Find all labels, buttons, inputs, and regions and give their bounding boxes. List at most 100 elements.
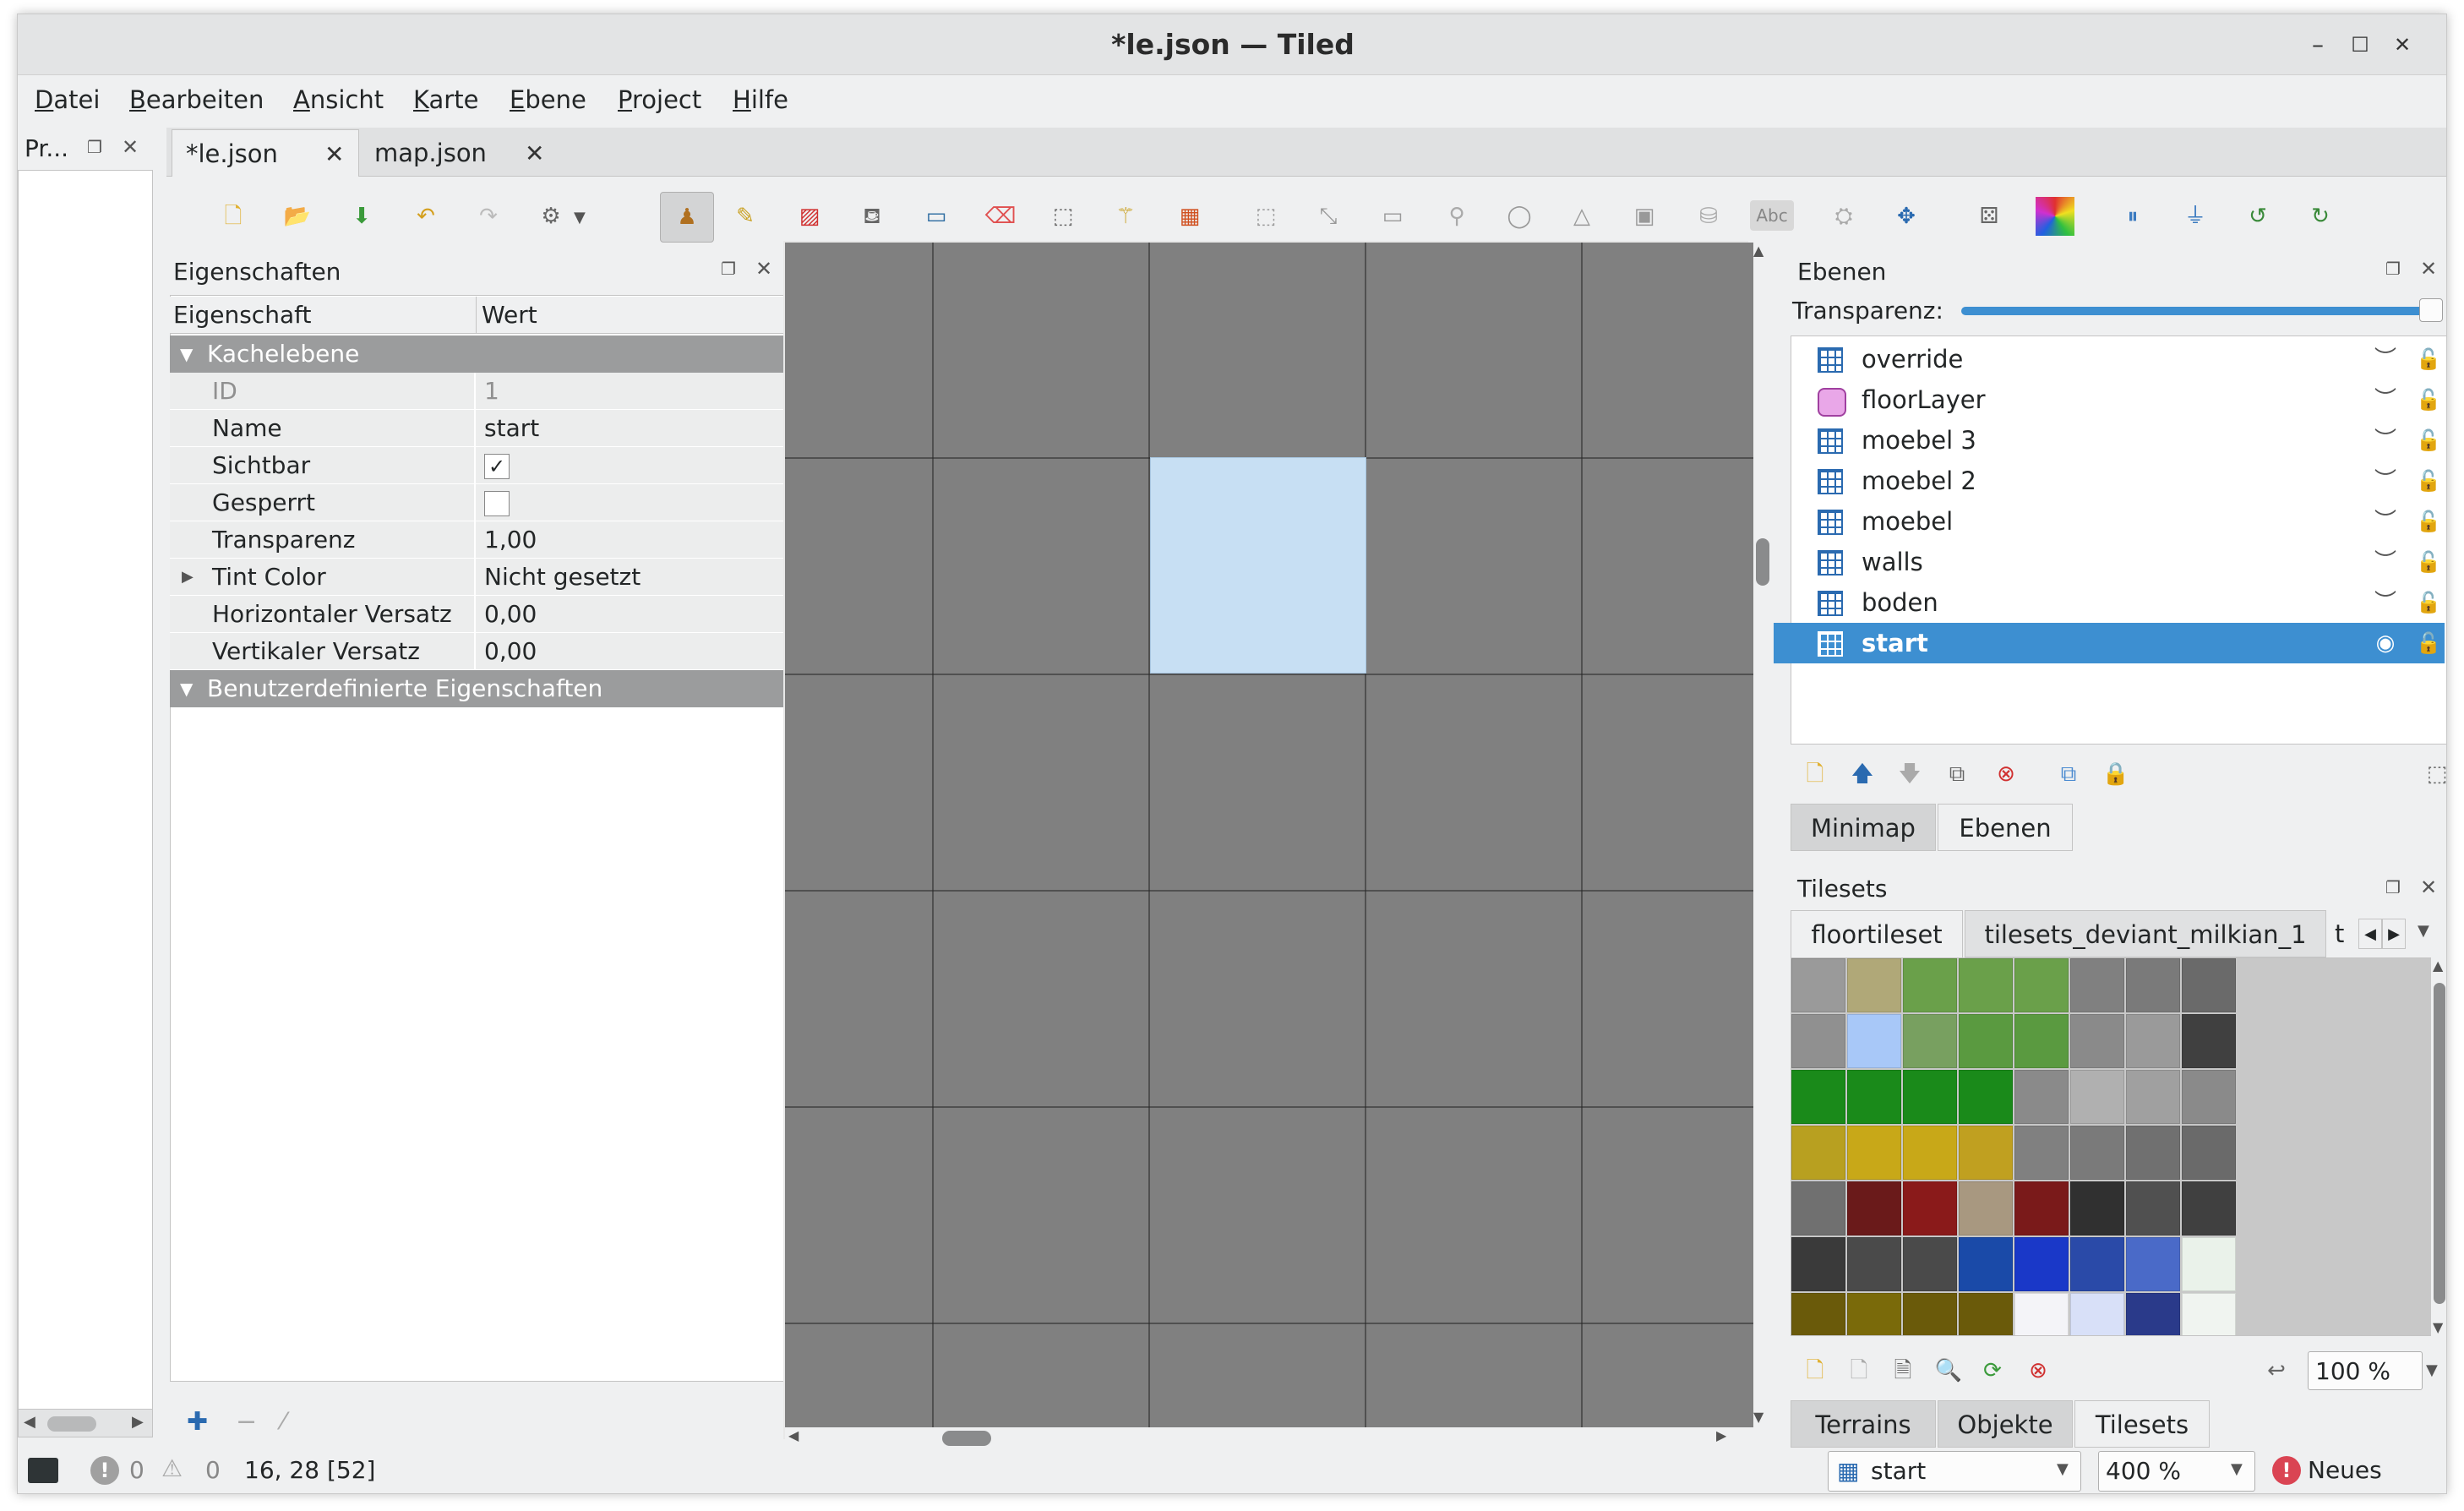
close-button[interactable]: ✕ [2387,30,2418,60]
lower-layer-icon[interactable]: 🡇 [1894,758,1926,790]
tab-layers[interactable]: Ebenen [1938,804,2073,851]
scroll-down-icon[interactable]: ▼ [2433,1319,2443,1335]
close-icon[interactable]: ✕ [117,134,143,160]
property-row-opacity[interactable]: Transparenz 1,00 [170,521,788,559]
news-label[interactable]: Neues [2308,1456,2382,1484]
unlock-icon[interactable]: 🔓 [2416,386,2441,413]
float-icon[interactable]: ❐ [2380,256,2406,281]
move-tool-icon[interactable]: ✥ [1890,200,1922,232]
tab-map-json[interactable]: map.json ✕ [363,129,557,177]
unlock-icon[interactable]: 🔓 [2416,508,2441,535]
scroll-left-icon[interactable]: ◀ [24,1413,35,1431]
map-canvas[interactable] [785,243,1753,1427]
tile-swatch[interactable] [1959,1237,2013,1291]
tab-objects[interactable]: Objekte [1938,1400,2073,1448]
tile-swatch[interactable] [2182,1070,2236,1124]
layer-combo[interactable]: ▦ start ▼ [1828,1451,2081,1492]
insert-tile-icon[interactable]: ▣ [1628,200,1660,232]
tile-swatch[interactable] [1903,1070,1957,1124]
scroll-down-icon[interactable]: ▼ [1753,1409,1764,1425]
layer-row-moebel-3[interactable]: moebel 3 ︶ 🔓 [1774,420,2445,461]
menu-bearbeiten[interactable]: Bearbeiten [129,75,264,124]
menu-ansicht[interactable]: Ansicht [293,75,384,124]
stamp-brush-button[interactable]: ♟ [660,192,714,243]
tile-swatch[interactable] [1791,958,1845,1012]
tileset-tab-more[interactable]: t [2328,910,2357,957]
tab-close-icon[interactable]: ✕ [324,140,344,168]
tile-swatch[interactable] [1791,1014,1845,1068]
menu-hilfe[interactable]: Hilfe [733,75,788,124]
scroll-right-icon[interactable]: ▶ [1716,1427,1726,1443]
property-value[interactable]: 0,00 [477,633,788,670]
tile-swatch[interactable] [2070,1293,2124,1335]
commands-icon[interactable]: ⚙ [535,200,567,232]
bucket-fill-icon[interactable]: ⛾ [856,200,888,232]
tile-swatch[interactable] [2014,1181,2069,1236]
open-icon[interactable]: 📂 [281,200,313,232]
tile-swatch[interactable] [2182,1126,2236,1180]
layer-row-moebel-2[interactable]: moebel 2 ︶ 🔓 [1774,461,2445,501]
group-custom-properties[interactable]: ▼ Benutzerdefinierte Eigenschaften [170,670,788,707]
tile-swatch[interactable] [1847,1293,1901,1335]
add-property-icon[interactable]: ✚ [187,1407,208,1437]
redo-icon[interactable]: ↷ [472,200,504,232]
tile-swatch[interactable] [1959,1293,2013,1335]
unlock-icon[interactable]: 🔓 [2416,630,2441,657]
tile-swatch[interactable] [2126,1181,2180,1236]
tile-swatch[interactable] [2014,958,2069,1012]
rotate-left-icon[interactable]: ↺ [2242,200,2274,232]
layer-row-start[interactable]: start ◉ 🔓 [1774,623,2445,663]
scroll-up-icon[interactable]: ▲ [2433,957,2443,974]
eraser-icon[interactable]: ⌫ [984,200,1017,232]
scroll-thumb[interactable] [942,1431,991,1446]
float-icon[interactable]: ❐ [2380,875,2406,900]
remove-property-icon[interactable]: − [236,1407,257,1437]
insert-text-icon[interactable]: Abc [1750,200,1794,231]
wang-brush-icon[interactable]: ▨ [793,200,826,232]
visibility-eye-icon[interactable]: ︶ [2369,386,2402,413]
tile-swatch[interactable] [2070,1237,2124,1291]
insert-ellipse-icon[interactable]: ◯ [1503,200,1535,232]
delete-layer-icon[interactable]: ⊗ [1990,758,2022,790]
property-value[interactable] [477,484,788,521]
chevron-down-icon[interactable]: ▼ [2231,1460,2243,1478]
save-icon[interactable]: ⬇ [346,200,378,232]
property-row-visible[interactable]: Sichtbar ✓ [170,447,788,484]
tile-swatch[interactable] [1959,1070,2013,1124]
edit-polygons-icon[interactable]: ⤡ [1312,200,1344,232]
tile-swatch[interactable] [1791,1237,1845,1291]
tab-tilesets[interactable]: Tilesets [2074,1400,2210,1448]
tile-swatch[interactable] [2182,958,2236,1012]
chevron-down-icon[interactable]: ▼ [180,670,193,707]
tileset-vscrollbar[interactable]: ▲ ▼ [2431,957,2446,1336]
news-icon[interactable]: ! [2272,1456,2301,1485]
flip-vertical-icon[interactable]: ⏚ [2179,200,2211,232]
project-tree[interactable] [18,170,153,1412]
tile-swatch[interactable] [2014,1237,2069,1291]
opacity-slider-handle[interactable] [2419,298,2443,322]
tile-swatch[interactable] [2126,1070,2180,1124]
scroll-thumb[interactable] [2434,983,2445,1304]
scroll-left-icon[interactable]: ◀ [788,1427,799,1443]
tile-swatch[interactable] [1903,958,1957,1012]
property-row-offset-y[interactable]: Vertikaler Versatz 0,00 [170,633,788,670]
property-value[interactable]: start [477,410,788,447]
tile-swatch[interactable] [2014,1014,2069,1068]
shape-fill-icon[interactable]: ▭ [920,200,952,232]
terrain-brush-icon[interactable]: ✎ [729,200,761,232]
tile-swatch[interactable] [2014,1070,2069,1124]
tileset-grid[interactable] [1791,958,2238,1335]
tile-swatch[interactable] [2070,1126,2124,1180]
float-icon[interactable]: ❐ [82,134,107,160]
float-icon[interactable]: ❐ [716,256,741,281]
close-icon[interactable]: ✕ [2416,875,2441,900]
merge-layer-icon[interactable]: ⧉ [2052,758,2085,790]
unlock-icon[interactable]: 🔓 [2416,346,2441,373]
property-row-tint[interactable]: ▶ Tint Color Nicht gesetzt [170,559,788,596]
rect-select-icon[interactable]: ⬚ [1047,200,1079,232]
layer-row-moebel[interactable]: moebel ︶ 🔓 [1774,501,2445,542]
rotate-right-icon[interactable]: ↻ [2304,200,2336,232]
tile-swatch[interactable] [1791,1126,1845,1180]
scroll-right-icon[interactable]: ▶ [132,1413,144,1431]
dynamic-wrap-icon[interactable]: ↩ [2260,1355,2292,1387]
